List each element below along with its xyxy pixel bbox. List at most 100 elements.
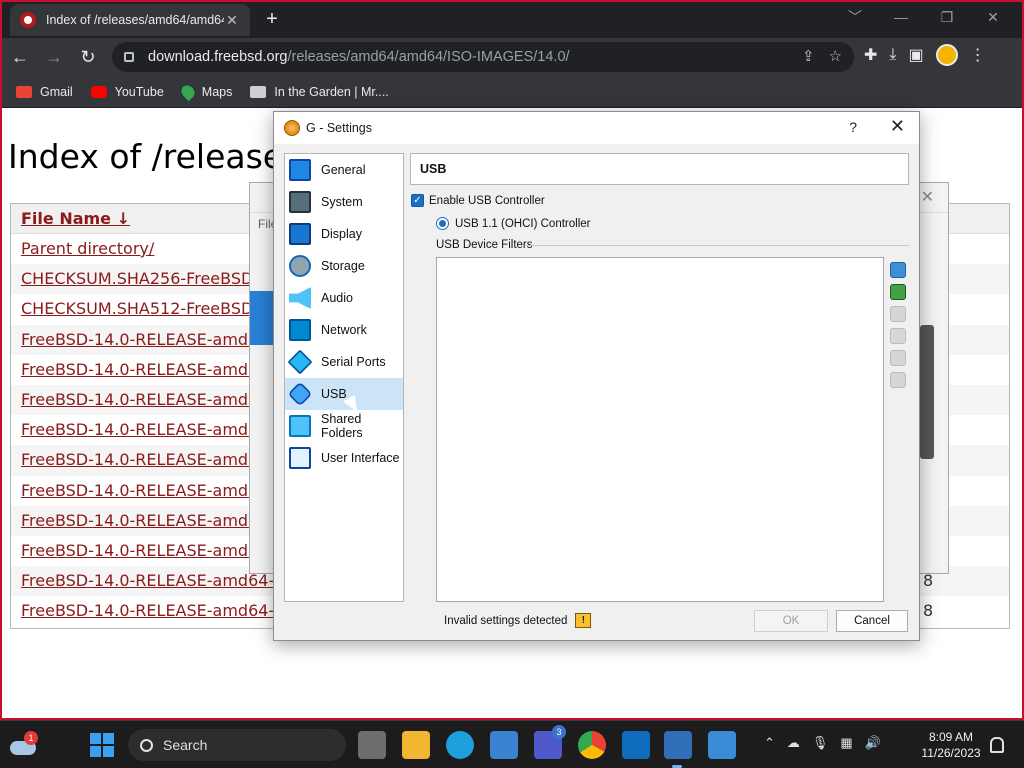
bookmark-garden[interactable]: In the Garden | Mr.... [250, 84, 389, 99]
sidebar-item-storage[interactable]: Storage [285, 250, 403, 282]
file-explorer-icon[interactable] [402, 731, 430, 759]
usb-controller-option[interactable]: USB 1.1 (OHCI) Controller [436, 217, 590, 230]
tab-close-icon[interactable]: ✕ [224, 12, 240, 29]
back-icon[interactable]: ← [4, 41, 36, 73]
start-button[interactable] [90, 733, 114, 757]
dialog-close-button[interactable]: ✕ [890, 116, 905, 137]
photos-icon[interactable] [708, 731, 736, 759]
sidebar-item-label: User Interface [321, 451, 400, 465]
sidebar-item-label: Serial Ports [321, 355, 386, 369]
virtualbox-taskbar-icon[interactable] [664, 731, 692, 759]
url-path: /releases/amd64/amd64/ISO-IMAGES/14.0/ [287, 49, 570, 65]
system-icon [289, 191, 311, 213]
notification-bell-icon[interactable] [990, 737, 1004, 753]
network-status-icon[interactable]: ▦ [840, 735, 852, 751]
sidebar-item-display[interactable]: Display [285, 218, 403, 250]
sidebar-item-label: General [321, 163, 366, 177]
clock-time: 8:09 AM [928, 730, 974, 744]
warning-icon[interactable]: ! [575, 613, 592, 628]
address-bar[interactable]: download.freebsd.org /releases/amd64/amd… [112, 42, 854, 72]
teams-icon[interactable]: 3 [534, 725, 566, 759]
filter-toolbar [890, 262, 906, 388]
task-view-icon[interactable] [358, 731, 386, 759]
general-icon [289, 159, 311, 181]
sidebar-item-network[interactable]: Network [285, 314, 403, 346]
store-icon[interactable] [490, 731, 518, 759]
system-tray: ⌃ ☁ 🎙 ▦ 🔊 [764, 735, 881, 751]
taskbar-search[interactable]: Search [128, 729, 346, 761]
sidebar-item-user-interface[interactable]: User Interface [285, 442, 403, 474]
menu-icon[interactable]: ⋮ [970, 45, 986, 65]
side-panel-icon[interactable]: ▣ [908, 45, 923, 65]
extensions-icon[interactable]: ✚ [864, 45, 877, 65]
parent-directory-link[interactable]: Parent directory/ [21, 239, 154, 258]
cancel-button[interactable]: Cancel [836, 610, 908, 632]
tab-search-icon[interactable]: ﹀ [834, 6, 876, 28]
sidebar-item-general[interactable]: General [285, 154, 403, 186]
lock-icon[interactable] [124, 52, 134, 62]
profile-avatar[interactable] [935, 44, 958, 66]
bookmark-youtube[interactable]: YouTube [90, 84, 164, 99]
download-icon[interactable]: ⤓ [889, 46, 896, 64]
tab-title: Index of /releases/amd64/amd64/ISO-IMAGE… [46, 13, 224, 27]
window-controls: ﹀ — ❐ ✕ [834, 6, 1014, 28]
bookmark-star-icon[interactable]: ☆ [829, 47, 842, 65]
close-window-button[interactable]: ✕ [972, 6, 1014, 28]
usb-controller-radio[interactable] [436, 217, 449, 230]
usb-filters-list[interactable] [436, 257, 884, 602]
enable-usb-controller[interactable]: ✓ Enable USB Controller [411, 194, 545, 207]
audio-icon [289, 287, 311, 309]
volume-icon[interactable]: 🔊 [865, 735, 881, 751]
file-name-sort-link[interactable]: File Name ↓ [21, 209, 130, 228]
freebsd-favicon-icon [20, 12, 36, 28]
add-filter-from-device-icon[interactable] [890, 284, 906, 300]
reload-icon[interactable]: ↻ [72, 41, 104, 73]
add-empty-filter-icon[interactable] [890, 262, 906, 278]
restore-button[interactable]: ❐ [926, 6, 968, 28]
share-icon[interactable]: ⇪ [802, 47, 815, 65]
browser-toolbar: ← → ↻ download.freebsd.org /releases/amd… [2, 38, 1022, 76]
vm-preview [920, 325, 934, 459]
ok-button[interactable]: OK [754, 610, 828, 632]
move-filter-up-icon[interactable] [890, 350, 906, 366]
sidebar-item-audio[interactable]: Audio [285, 282, 403, 314]
bookmark-label: YouTube [114, 84, 164, 99]
help-button[interactable]: ? [849, 119, 857, 135]
onedrive-icon[interactable]: ☁ [787, 735, 800, 751]
minimize-button[interactable]: — [880, 6, 922, 28]
manager-close-icon[interactable]: ✕ [921, 187, 934, 207]
display-icon [289, 223, 311, 245]
garden-site-icon [250, 85, 267, 98]
enable-usb-label: Enable USB Controller [429, 194, 545, 207]
forward-icon[interactable]: → [38, 41, 70, 73]
microphone-icon[interactable]: 🎙 [812, 735, 829, 751]
bookmark-label: In the Garden | Mr.... [274, 84, 389, 99]
settings-dialog: G - Settings ? ✕ General System Display … [273, 111, 920, 641]
sidebar-item-system[interactable]: System [285, 186, 403, 218]
chevron-up-icon[interactable]: ⌃ [764, 735, 775, 751]
section-title: USB [410, 153, 909, 185]
tab-bar: Index of /releases/amd64/amd64/ISO-IMAGE… [2, 2, 1022, 38]
clock[interactable]: 8:09 AM 11/26/2023 [916, 729, 986, 761]
browser-tab[interactable]: Index of /releases/amd64/amd64/ISO-IMAGE… [10, 4, 250, 36]
bookmark-maps[interactable]: Maps [178, 82, 232, 101]
sidebar-item-serial-ports[interactable]: Serial Ports [285, 346, 403, 378]
dialog-title: G - Settings [306, 121, 372, 135]
bookmark-gmail[interactable]: Gmail [16, 85, 73, 99]
sidebar-item-shared-folders[interactable]: Shared Folders [285, 410, 403, 442]
edit-filter-icon[interactable] [890, 306, 906, 322]
enable-usb-checkbox[interactable]: ✓ [411, 194, 424, 207]
remove-filter-icon[interactable] [890, 328, 906, 344]
bookmarks-bar: Gmail YouTube Maps In the Garden | Mr...… [2, 76, 1022, 108]
new-tab-button[interactable]: + [260, 8, 284, 31]
search-label: Search [163, 737, 208, 753]
move-filter-down-icon[interactable] [890, 372, 906, 388]
dialog-titlebar: G - Settings [274, 112, 919, 144]
bookmark-label: Gmail [40, 84, 73, 99]
weather-widget[interactable]: 1 [10, 731, 40, 757]
sidebar-item-usb[interactable]: USB [285, 378, 403, 410]
chrome-icon[interactable] [578, 731, 606, 759]
mail-icon[interactable] [622, 731, 650, 759]
edge-icon[interactable] [446, 731, 474, 759]
invalid-settings-notice: Invalid settings detected ! [444, 613, 592, 628]
